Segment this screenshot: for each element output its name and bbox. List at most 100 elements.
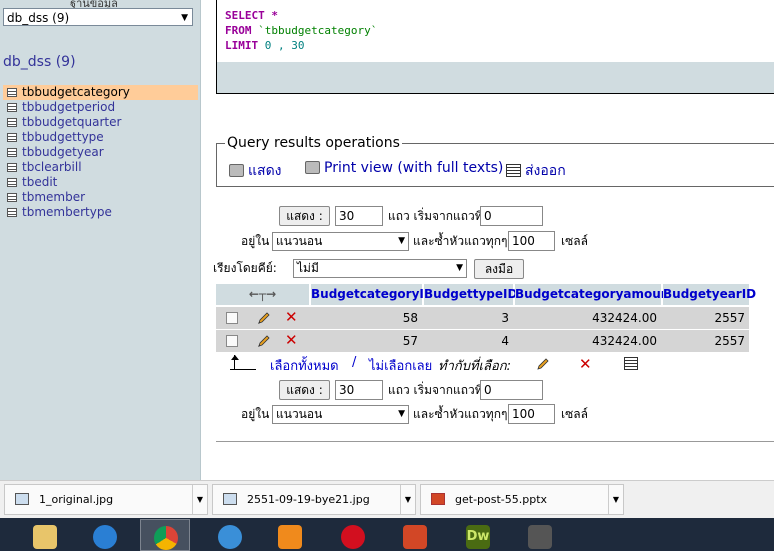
start-row-input[interactable]: 0: [480, 206, 543, 226]
sql-toolbar: [216, 62, 774, 94]
download-item[interactable]: 1_original.jpg ▼: [4, 484, 208, 515]
database-select[interactable]: db_dss (9) ▼: [3, 8, 193, 26]
table-icon[interactable]: [7, 208, 17, 217]
database-title[interactable]: db_dss (9): [3, 54, 76, 70]
app-icon[interactable]: [515, 519, 565, 551]
cells-label: เซลล์: [561, 407, 588, 421]
chrome-icon[interactable]: [140, 519, 190, 551]
table-icon[interactable]: [7, 178, 17, 187]
select-all-link[interactable]: เลือกทั้งหมด: [270, 355, 339, 376]
delete-icon[interactable]: ✕: [285, 309, 298, 325]
sql-keyword: FROM: [225, 24, 252, 37]
export-icon[interactable]: [624, 357, 638, 370]
table-row: ✕ 58 3 432424.00 2557: [216, 307, 749, 329]
column-header[interactable]: Budgetcategoryamount: [515, 284, 675, 305]
edit-icon[interactable]: [535, 356, 551, 372]
column-header[interactable]: BudgetcategoryID: [311, 284, 434, 305]
cell-budgetcategoryid: 57: [402, 334, 418, 348]
itunes-icon[interactable]: [205, 519, 255, 551]
print-link[interactable]: แสดง: [229, 160, 282, 182]
sidebar-item-label[interactable]: tbmember: [22, 190, 85, 204]
internet-explorer-icon[interactable]: [80, 519, 130, 551]
downloads-bar: 1_original.jpg ▼ 2551-09-19-bye21.jpg ▼ …: [0, 480, 774, 519]
print-view-label[interactable]: Print view (with full texts): [324, 160, 503, 176]
table-icon[interactable]: [7, 88, 17, 97]
dreamweaver-icon[interactable]: Dw: [453, 519, 503, 551]
sidebar-item-tbbudgetcategory[interactable]: tbbudgetcategory: [3, 85, 198, 100]
sidebar-item-label[interactable]: tbbudgettype: [22, 130, 104, 144]
chevron-down-icon: ▼: [398, 236, 405, 246]
download-item[interactable]: 2551-09-19-bye21.jpg ▼: [212, 484, 416, 515]
sort-key-select[interactable]: ไม่มี ▼: [293, 259, 467, 278]
sidebar-item-tbmembertype[interactable]: tbmembertype: [3, 205, 198, 220]
sidebar-item-label[interactable]: tbmembertype: [22, 205, 112, 219]
bulk-separator: /: [352, 355, 357, 370]
row-checkbox[interactable]: [226, 312, 238, 324]
display-mode-select[interactable]: แนวนอน ▼: [272, 232, 409, 251]
sidebar-item-label[interactable]: tbbudgetperiod: [22, 100, 115, 114]
display-mode-select[interactable]: แนวนอน ▼: [272, 405, 409, 424]
column-header[interactable]: BudgettypeID: [424, 284, 517, 305]
print-view-link[interactable]: Print view (with full texts): [305, 160, 503, 176]
start-row-input[interactable]: 0: [480, 380, 543, 400]
sidebar-item-label[interactable]: tbbudgetcategory: [22, 85, 130, 99]
powerpoint-icon[interactable]: [390, 519, 440, 551]
chevron-down-icon[interactable]: ▼: [400, 485, 415, 514]
table-row: ✕ 57 4 432424.00 2557: [216, 330, 749, 352]
cell-budgettypeid: 3: [501, 311, 509, 325]
sidebar-item-tbbudgetperiod[interactable]: tbbudgetperiod: [3, 100, 198, 115]
repeat-header-input[interactable]: 100: [508, 231, 555, 251]
delete-icon[interactable]: ✕: [579, 355, 592, 373]
file-explorer-icon[interactable]: [20, 519, 70, 551]
sidebar-item-tbclearbill[interactable]: tbclearbill: [3, 160, 198, 175]
deselect-all-link[interactable]: ไม่เลือกเลย: [369, 355, 432, 376]
sidebar-item-label[interactable]: tbbudgetquarter: [22, 115, 121, 129]
sidebar-item-tbbudgetquarter[interactable]: tbbudgetquarter: [3, 115, 198, 130]
rows-input[interactable]: 30: [335, 206, 383, 226]
table-icon[interactable]: [7, 133, 17, 142]
edit-icon[interactable]: [256, 310, 272, 326]
show-button[interactable]: แสดง :: [279, 206, 330, 226]
row-checkbox[interactable]: [226, 335, 238, 347]
download-filename: 2551-09-19-bye21.jpg: [247, 493, 370, 506]
cell-budgetyearid: 2557: [714, 334, 745, 348]
repeat-header-input[interactable]: 100: [508, 404, 555, 424]
media-player-icon[interactable]: [265, 519, 315, 551]
printer-icon[interactable]: [305, 161, 320, 174]
show-button[interactable]: แสดง :: [279, 380, 330, 400]
sidebar-item-tbedit[interactable]: tbedit: [3, 175, 198, 190]
export-icon[interactable]: [506, 164, 521, 177]
column-header[interactable]: BudgetyearID: [663, 284, 756, 305]
table-icon[interactable]: [7, 193, 17, 202]
arrow-up-icon: [230, 355, 256, 370]
edit-icon[interactable]: [256, 333, 272, 349]
image-file-icon: [15, 493, 29, 505]
display-mode-value: แนวนอน: [276, 407, 323, 421]
print-label[interactable]: แสดง: [248, 163, 282, 179]
cell-budgetcategoryid: 58: [402, 311, 418, 325]
opera-icon[interactable]: [328, 519, 378, 551]
chevron-down-icon[interactable]: ▼: [192, 485, 207, 514]
mode-label: อยู่ใน: [241, 234, 270, 248]
export-link[interactable]: ส่งออก: [506, 160, 566, 182]
sidebar-item-label[interactable]: tbbudgetyear: [22, 145, 104, 159]
sidebar-item-tbbudgetyear[interactable]: tbbudgetyear: [3, 145, 198, 160]
table-icon[interactable]: [7, 148, 17, 157]
cell-budgettypeid: 4: [501, 334, 509, 348]
export-label[interactable]: ส่งออก: [525, 163, 566, 179]
column-arrows[interactable]: ←┬→: [216, 284, 309, 305]
delete-icon[interactable]: ✕: [285, 332, 298, 348]
sidebar-item-label[interactable]: tbclearbill: [22, 160, 82, 174]
table-icon[interactable]: [7, 163, 17, 172]
cells-label: เซลล์: [561, 234, 588, 248]
sidebar-item-tbbudgettype[interactable]: tbbudgettype: [3, 130, 198, 145]
table-icon[interactable]: [7, 103, 17, 112]
sidebar-item-label[interactable]: tbedit: [22, 175, 57, 189]
download-item[interactable]: get-post-55.pptx ▼: [420, 484, 624, 515]
sidebar-item-tbmember[interactable]: tbmember: [3, 190, 198, 205]
table-icon[interactable]: [7, 118, 17, 127]
rows-input[interactable]: 30: [335, 380, 383, 400]
chevron-down-icon[interactable]: ▼: [608, 485, 623, 514]
go-button[interactable]: ลงมือ: [474, 259, 524, 279]
printer-icon[interactable]: [229, 164, 244, 177]
